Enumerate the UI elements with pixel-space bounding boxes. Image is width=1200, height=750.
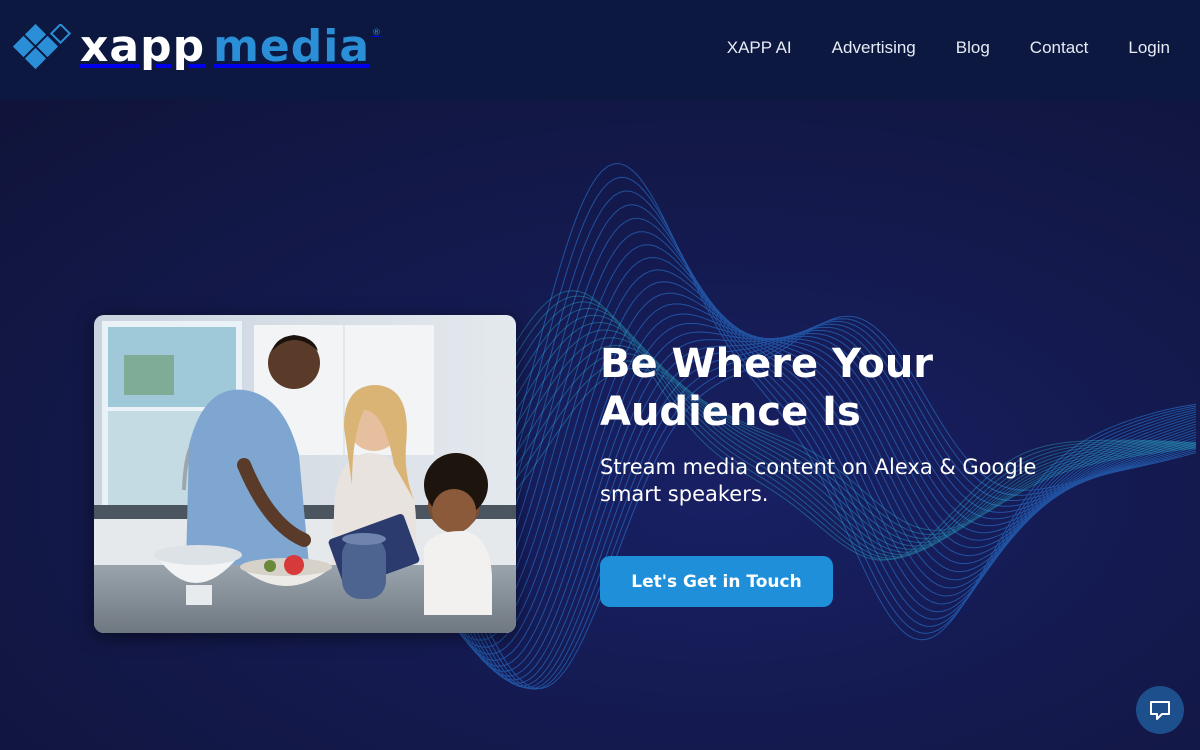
kitchen-scene-image [94,315,516,633]
nav-item-login[interactable]: Login [1128,38,1170,58]
family-kitchen-photo [94,315,516,633]
logo-trademark: ® [372,28,382,38]
hero-section: Be Where Your Audience Is Stream media c… [0,100,1200,750]
nav-item-contact[interactable]: Contact [1030,38,1089,58]
chat-bubble-icon [1150,701,1170,720]
hero-title: Be Where Your Audience Is [600,341,934,435]
hero-subtitle: Stream media content on Alexa & Google s… [600,455,1037,506]
logo-wordmark: xapp media [80,21,371,72]
logo-diamonds-icon [12,24,72,70]
site-logo[interactable]: xapp media ® [12,22,442,72]
main-nav: XAPP AI Advertising Blog Contact Login [727,38,1170,58]
nav-item-xapp-ai[interactable]: XAPP AI [727,38,792,58]
get-in-touch-button[interactable]: Let's Get in Touch [600,556,833,607]
nav-item-advertising[interactable]: Advertising [832,38,916,58]
nav-item-blog[interactable]: Blog [956,38,990,58]
chat-launcher-button[interactable] [1136,686,1184,734]
site-header: xapp media ® XAPP AI Advertising Blog Con… [0,0,1200,100]
